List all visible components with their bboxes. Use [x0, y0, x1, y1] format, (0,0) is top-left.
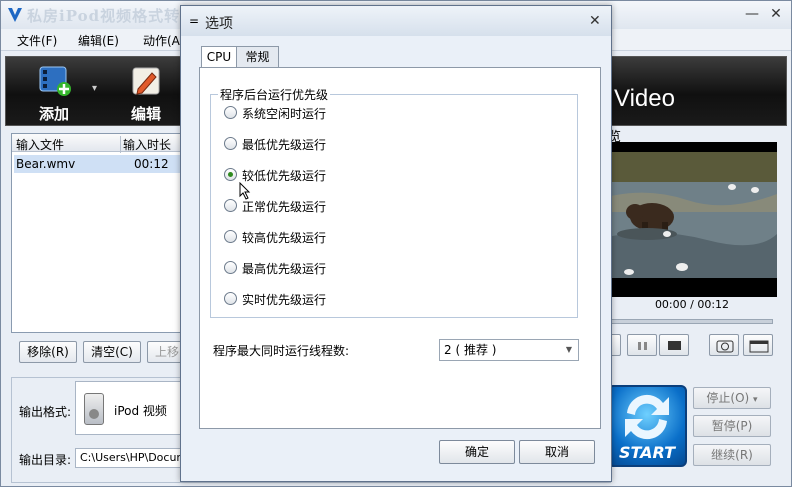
output-format-selector[interactable]: iPod 视频	[75, 381, 185, 435]
tab-general[interactable]: 常规	[237, 46, 279, 68]
menu-file[interactable]: 文件(F)	[17, 32, 57, 49]
priority-idle-label: 系统空闲时运行	[242, 107, 327, 121]
file-list[interactable]: 输入文件 输入时长 Bear.wmv 00:12	[11, 133, 183, 333]
file-list-header: 输入文件 输入时长	[12, 134, 182, 153]
resume-button[interactable]: 继续(R)	[693, 444, 771, 466]
priority-highest-label: 最高优先级运行	[242, 262, 327, 276]
thread-count-value: 2 ( 推荐 )	[444, 343, 497, 357]
bear-video-frame	[607, 142, 777, 297]
column-input-duration[interactable]: 输入时长	[120, 136, 171, 153]
mouse-cursor-icon	[239, 182, 251, 200]
edit-pencil-icon	[132, 67, 160, 95]
remove-button[interactable]: 移除(R)	[19, 341, 77, 363]
priority-above-normal-label: 较高优先级运行	[242, 231, 327, 245]
radio-icon	[224, 199, 237, 212]
radio-icon	[224, 106, 237, 119]
dialog-title: 选项	[205, 16, 233, 32]
priority-below-normal-label: 较低优先级运行	[242, 169, 327, 183]
radio-icon	[224, 230, 237, 243]
thread-count-label: 程序最大同时运行线程数:	[213, 344, 350, 358]
chevron-down-icon[interactable]: ▾	[92, 83, 97, 94]
ok-button[interactable]: 确定	[439, 440, 515, 464]
dialog-title-bar: = 选项 ✕	[181, 6, 611, 36]
chevron-down-icon: ▾	[753, 395, 758, 405]
stop-label: 停止(O)	[706, 391, 750, 405]
tab-cpu[interactable]: CPU	[201, 46, 237, 69]
window-icon[interactable]	[743, 334, 773, 356]
radio-icon	[224, 137, 237, 150]
close-icon[interactable]: ✕	[589, 13, 601, 29]
row-duration: 00:12	[134, 157, 169, 171]
ipod-icon	[84, 393, 104, 425]
radio-selected-icon	[224, 168, 237, 181]
start-label: START	[618, 443, 676, 462]
edit-label: 编辑	[130, 105, 161, 123]
table-row[interactable]: Bear.wmv 00:12	[14, 155, 182, 173]
output-format-label: 输出格式:	[19, 405, 72, 419]
cancel-button[interactable]: 取消	[519, 440, 595, 464]
add-button[interactable]: 添加	[22, 61, 86, 123]
priority-group-title: 程序后台运行优先级	[218, 86, 331, 103]
pause-button[interactable]: 暂停(P)	[693, 415, 771, 437]
start-button[interactable]: START	[607, 385, 687, 467]
cpu-tab-panel: 程序后台运行优先级 系统空闲时运行 最低优先级运行 较低优先级运行 正常优先级运…	[199, 67, 601, 429]
convert-arrows-icon	[625, 394, 669, 440]
chevron-down-icon: ▼	[565, 345, 572, 354]
menu-icon: =	[189, 14, 200, 28]
seek-slider[interactable]	[609, 319, 773, 324]
app-logo-icon	[8, 8, 22, 22]
options-dialog: = 选项 ✕ CPU 常规 程序后台运行优先级 系统空闲时运行 最低优先级运行 …	[180, 5, 612, 482]
pause-icon[interactable]	[627, 334, 657, 356]
menu-action[interactable]: 动作(A)	[143, 32, 185, 49]
row-file-name: Bear.wmv	[16, 157, 76, 171]
thread-count-select[interactable]: 2 ( 推荐 ) ▼	[439, 339, 579, 361]
edit-button[interactable]: 编辑	[114, 61, 178, 123]
column-input-file[interactable]: 输入文件	[16, 136, 64, 153]
close-icon[interactable]: ✕	[769, 7, 783, 21]
clear-button[interactable]: 清空(C)	[83, 341, 141, 363]
priority-normal-label: 正常优先级运行	[242, 200, 327, 214]
playback-time: 00:00 / 00:12	[654, 298, 730, 311]
stop-button[interactable]: 停止(O) ▾	[693, 387, 771, 409]
video-preview	[607, 142, 777, 297]
radio-icon	[224, 292, 237, 305]
brand-text: Video	[614, 85, 675, 112]
radio-icon	[224, 261, 237, 274]
camera-icon[interactable]	[709, 334, 739, 356]
output-format-value: iPod 视频	[114, 404, 167, 418]
output-dir-input[interactable]: C:\Users\HP\Docume	[75, 448, 185, 468]
film-add-icon	[39, 66, 71, 96]
output-dir-label: 输出目录:	[19, 453, 72, 467]
minimize-icon[interactable]: —	[745, 7, 759, 21]
priority-realtime-label: 实时优先级运行	[242, 293, 327, 307]
stop-icon[interactable]	[659, 334, 689, 356]
menu-edit[interactable]: 编辑(E)	[78, 32, 119, 49]
priority-lowest-label: 最低优先级运行	[242, 138, 327, 152]
add-label: 添加	[38, 105, 69, 123]
